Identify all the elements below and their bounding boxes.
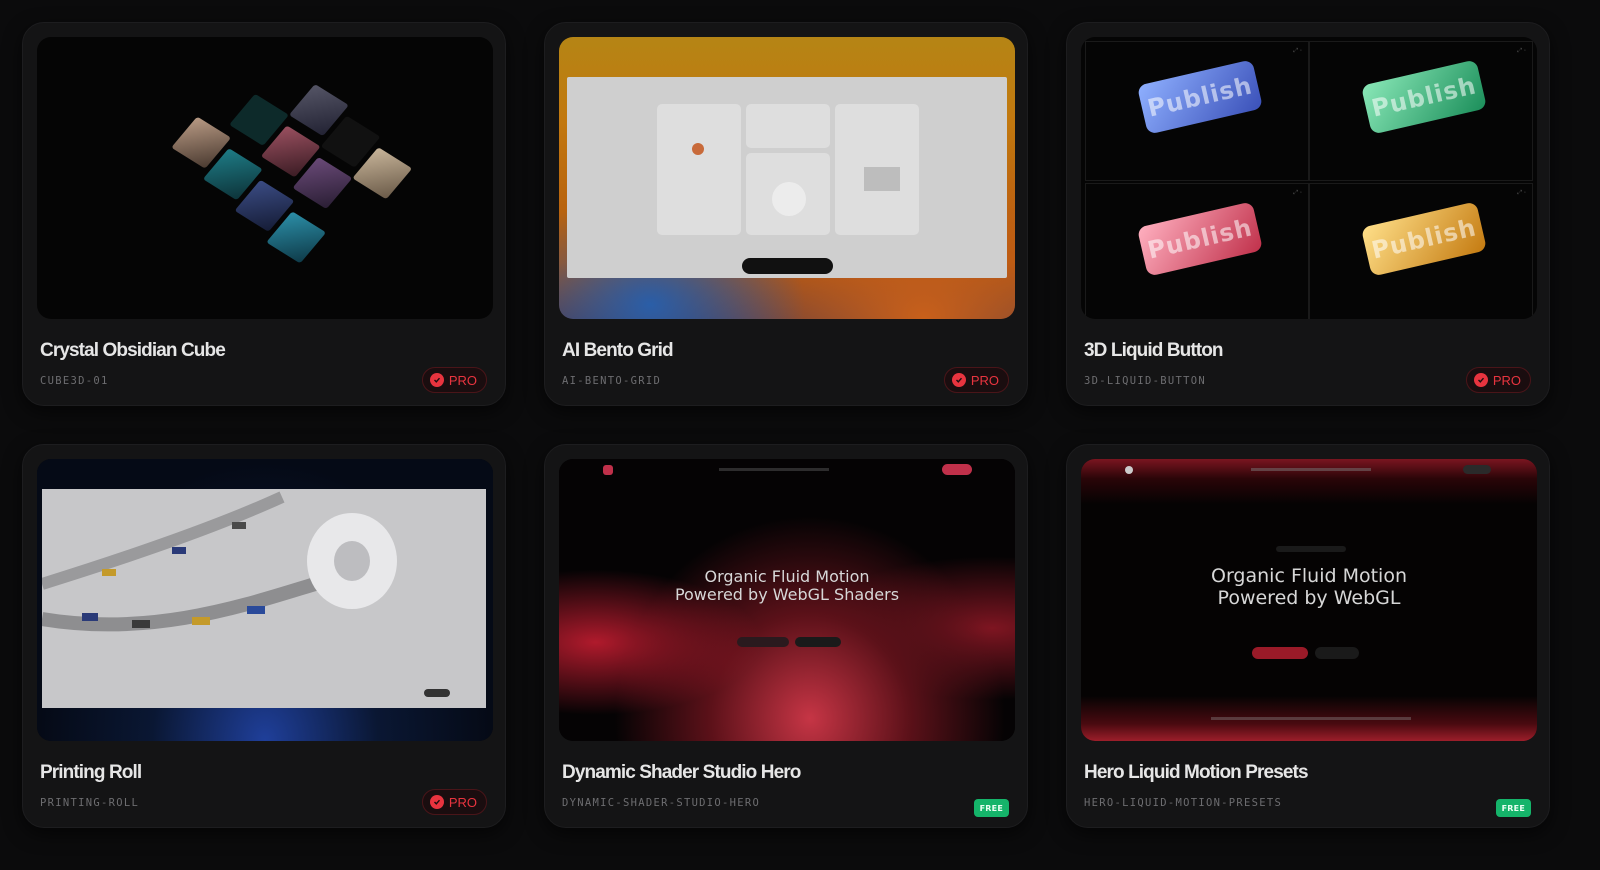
component-card-ai-bento-grid[interactable]: AI Bento Grid AI-BENTO-GRID PRO <box>544 22 1028 406</box>
card-slug: HERO-LIQUID-MOTION-PRESETS <box>1084 797 1283 809</box>
card-title: AI Bento Grid <box>562 340 674 361</box>
pro-badge: PRO <box>943 367 1009 393</box>
printing-roll-scene <box>40 489 486 708</box>
card-title: Printing Roll <box>40 762 142 783</box>
card-slug: PRINTING-ROLL <box>40 797 140 809</box>
card-preview: Organic Fluid Motion Powered by WebGL <box>1081 459 1537 741</box>
pro-badge: PRO <box>1465 367 1531 393</box>
pro-badge: PRO <box>421 789 487 815</box>
component-card-dynamic-shader-studio-hero[interactable]: Organic Fluid Motion Powered by WebGL Sh… <box>544 444 1028 828</box>
card-preview <box>559 37 1015 319</box>
bento-preview-panel <box>567 77 1007 278</box>
card-slug: CUBE3D-01 <box>40 375 109 387</box>
card-preview: Publish ⤢ ◦ Publish ⤢ ◦ Publish ⤢ ◦ Publ… <box>1081 37 1537 319</box>
pro-check-icon <box>1473 373 1488 387</box>
shader-hero-heading-line2: Powered by WebGL Shaders <box>674 585 900 604</box>
card-preview <box>37 459 493 741</box>
card-title: Crystal Obsidian Cube <box>40 340 226 361</box>
publish-button-gold: Publish <box>1360 201 1488 277</box>
card-title: Hero Liquid Motion Presets <box>1084 762 1309 783</box>
card-slug: 3D-LIQUID-BUTTON <box>1084 375 1206 387</box>
motion-hero-heading-line1: Organic Fluid Motion <box>1211 565 1407 587</box>
card-preview <box>37 37 493 319</box>
card-slug: AI-BENTO-GRID <box>562 375 662 387</box>
card-slug: DYNAMIC-SHADER-STUDIO-HERO <box>562 797 761 809</box>
card-title: Dynamic Shader Studio Hero <box>562 762 801 783</box>
publish-button-blue: Publish <box>1136 59 1264 135</box>
free-badge: FREE <box>973 799 1009 817</box>
pro-badge-label: PRO <box>1492 372 1521 388</box>
free-badge: FREE <box>1495 799 1531 817</box>
pro-badge-label: PRO <box>448 372 477 388</box>
pro-badge-label: PRO <box>970 372 999 388</box>
component-card-hero-liquid-motion-presets[interactable]: Organic Fluid Motion Powered by WebGL He… <box>1066 444 1550 828</box>
component-card-crystal-obsidian-cube[interactable]: Crystal Obsidian Cube CUBE3D-01 PRO <box>22 22 506 406</box>
pro-check-icon <box>429 795 444 809</box>
shader-hero-heading-line1: Organic Fluid Motion <box>704 567 870 586</box>
motion-hero-heading-line2: Powered by WebGL <box>1217 587 1401 609</box>
publish-button-green: Publish <box>1360 59 1488 135</box>
pro-check-icon <box>429 373 444 387</box>
card-title: 3D Liquid Button <box>1084 340 1224 361</box>
pro-badge-label: PRO <box>448 794 477 810</box>
component-card-printing-roll[interactable]: Printing Roll PRINTING-ROLL PRO <box>22 444 506 828</box>
component-card-3d-liquid-button[interactable]: Publish ⤢ ◦ Publish ⤢ ◦ Publish ⤢ ◦ Publ… <box>1066 22 1550 406</box>
card-preview: Organic Fluid Motion Powered by WebGL Sh… <box>559 459 1015 741</box>
publish-button-pink: Publish <box>1136 201 1264 277</box>
bento-dock <box>742 258 833 274</box>
cube-preview-image <box>126 47 413 297</box>
pro-check-icon <box>951 373 966 387</box>
pro-badge: PRO <box>421 367 487 393</box>
